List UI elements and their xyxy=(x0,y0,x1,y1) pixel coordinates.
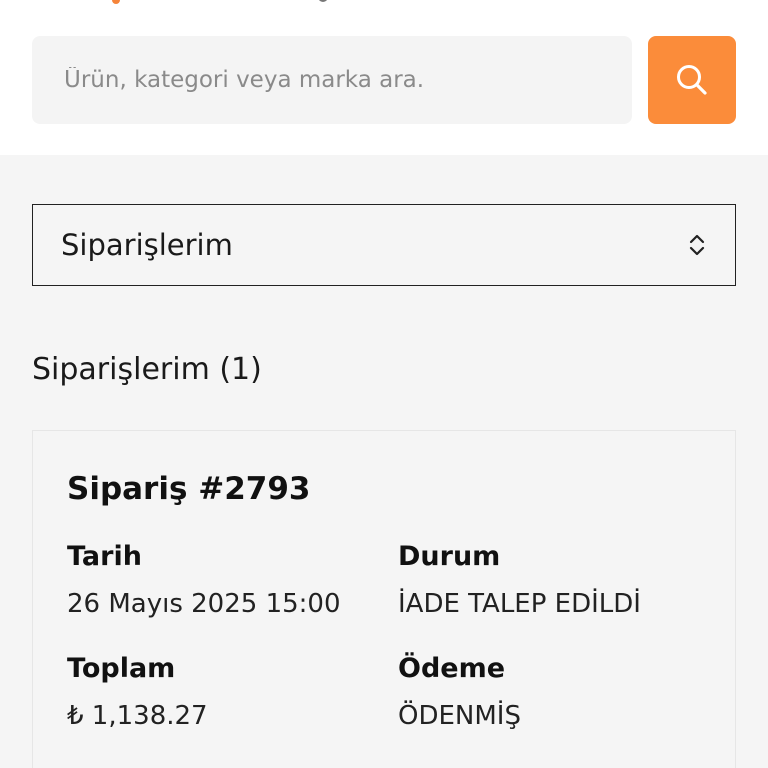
search-icon xyxy=(677,65,707,95)
search-button[interactable] xyxy=(648,36,736,124)
order-status-value: İADE TALEP EDİLDİ xyxy=(398,589,641,619)
logo-fragment-dot xyxy=(318,0,328,2)
order-date-label: Tarih xyxy=(67,541,142,572)
order-status-label: Durum xyxy=(398,541,501,572)
order-payment-label: Ödeme xyxy=(398,653,506,684)
order-payment-value: ÖDENMİŞ xyxy=(398,701,521,731)
order-total-label: Toplam xyxy=(67,653,176,684)
chevron-up-down-icon xyxy=(687,229,707,261)
orders-select-value: Siparişlerim xyxy=(61,228,233,262)
orders-section-title: Siparişlerim (1) xyxy=(32,352,262,387)
order-date-value: 26 Mayıs 2025 15:00 xyxy=(67,589,341,619)
orders-select[interactable]: Siparişlerim xyxy=(32,204,736,286)
order-total-value: ₺ 1,138.27 xyxy=(67,701,208,731)
page: Siparişlerim Siparişlerim (1) Sipariş #2… xyxy=(0,0,768,768)
order-card[interactable]: Sipariş #2793 Tarih 26 Mayıs 2025 15:00 … xyxy=(32,430,736,768)
logo-fragment xyxy=(112,0,120,4)
header xyxy=(0,0,768,155)
order-title: Sipariş #2793 xyxy=(67,471,311,507)
search-input[interactable] xyxy=(32,36,632,124)
